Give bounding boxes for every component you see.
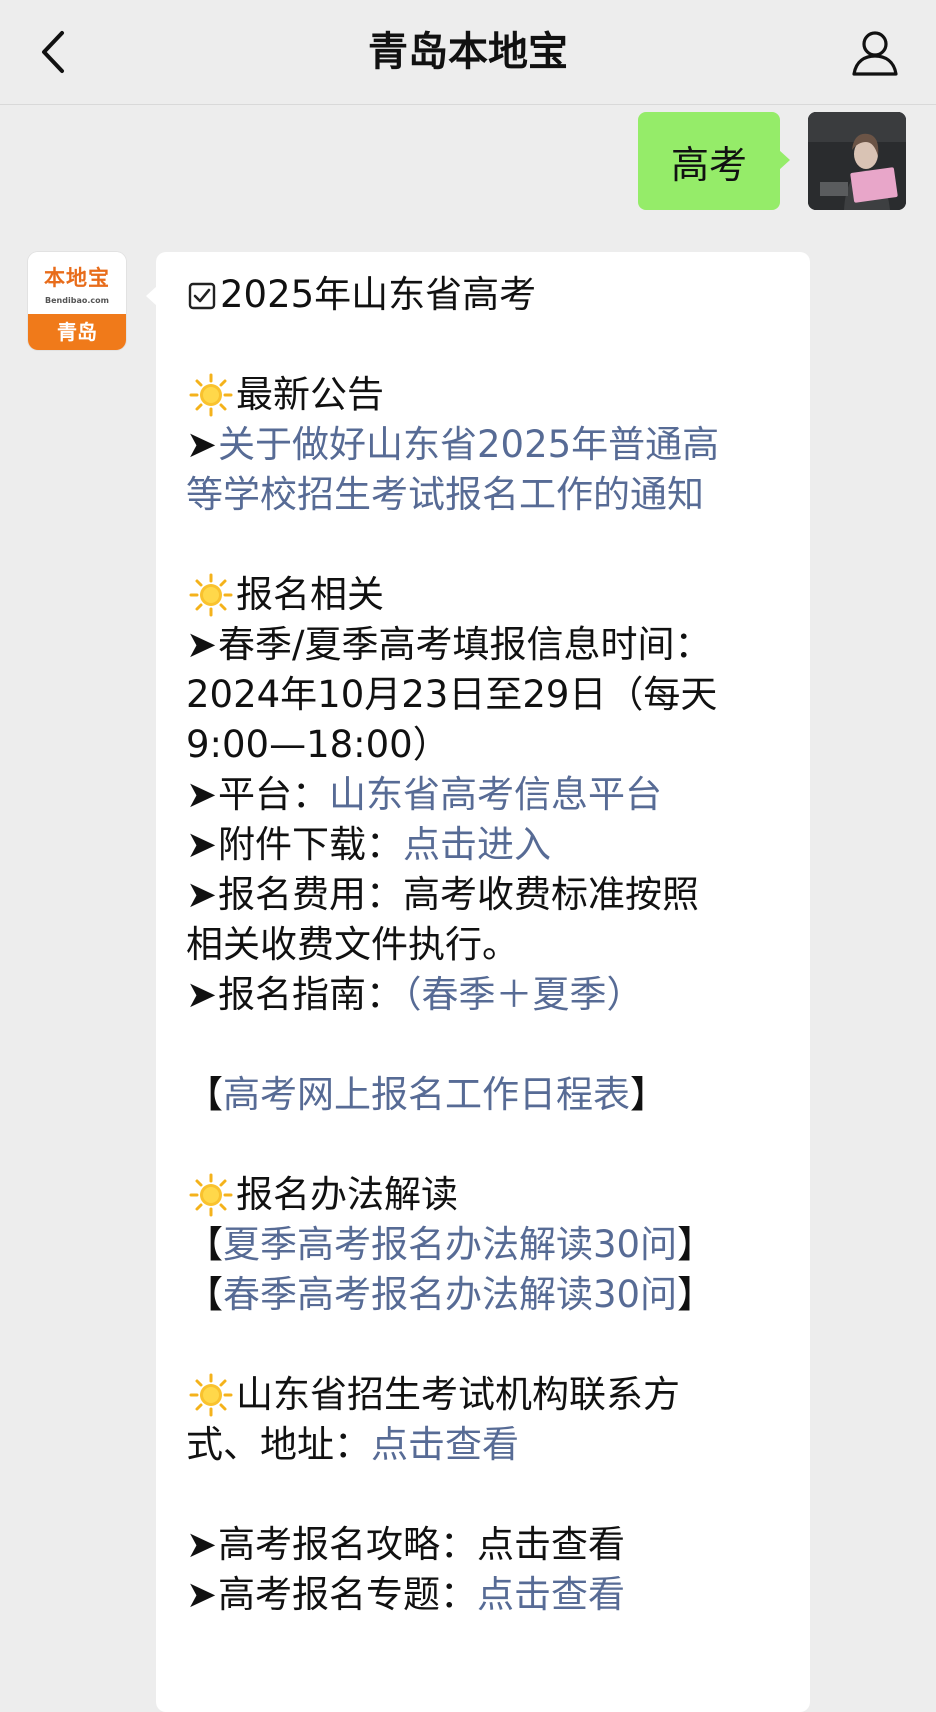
topic-line: ➤高考报名专题：点击查看 (186, 1570, 796, 1620)
info-time-text: 春季/夏季高考填报信息时间： (218, 623, 712, 666)
bracket-open: 【 (186, 1223, 223, 1266)
sun-emoji-icon (186, 570, 236, 620)
section-registration: 报名相关 (186, 570, 796, 620)
spring-interpretation-link[interactable]: 春季高考报名办法解读30问 (223, 1273, 677, 1316)
attachment-line: ➤附件下载：点击进入 (186, 820, 796, 870)
platform-line: ➤平台：山东省高考信息平台 (186, 770, 796, 820)
fee-label: 报名费用： (218, 873, 403, 916)
notice-link[interactable]: 关于做好山东省2025年普通高 (218, 423, 719, 466)
section-latest-notice: 最新公告 (186, 370, 796, 420)
notice-line-1: ➤关于做好山东省2025年普通高 (186, 420, 796, 470)
message-heading-line: 2025年山东省高考 (186, 270, 796, 320)
message-heading: 2025年山东省高考 (220, 273, 537, 316)
arrow-bullet-icon: ➤ (186, 423, 218, 466)
schedule-line: 【高考网上报名工作日程表】 (186, 1070, 796, 1120)
user-avatar[interactable] (808, 112, 906, 210)
avatar-logo-domain: Bendibao.com (45, 296, 109, 305)
bracket-close: 】 (630, 1073, 667, 1116)
info-time-text: 2024年10月23日至29日（每天 (186, 673, 718, 716)
top-navigation-bar: 青岛本地宝 (0, 0, 936, 105)
arrow-bullet-icon: ➤ (186, 1573, 218, 1616)
bracket-open: 【 (186, 1273, 223, 1316)
avatar-city-label: 青岛 (28, 314, 126, 350)
arrow-bullet-icon: ➤ (186, 823, 218, 866)
topic-label: 高考报名专题： (218, 1573, 477, 1616)
contact-link[interactable]: 点击查看 (371, 1423, 519, 1466)
section-contact: 山东省招生考试机构联系方 (186, 1370, 796, 1420)
strategy-text: 点击查看 (477, 1523, 625, 1566)
info-time-text: 9:00—18:00） (186, 723, 450, 766)
chat-profile-button[interactable] (848, 26, 902, 80)
fee-text-continued: 相关收费文件执行。 (186, 923, 519, 966)
guide-label: 报名指南： (218, 973, 403, 1016)
guide-line: ➤报名指南：（春季＋夏季） (186, 970, 796, 1020)
arrow-bullet-icon: ➤ (186, 623, 218, 666)
user-profile-icon (852, 31, 898, 76)
info-time-line-1: ➤春季/夏季高考填报信息时间： (186, 620, 796, 670)
bracket-close: 】 (677, 1273, 715, 1316)
sun-emoji-icon (186, 370, 236, 420)
platform-link[interactable]: 山东省高考信息平台 (329, 773, 662, 816)
strategy-label: 高考报名攻略： (218, 1523, 477, 1566)
section-title: 最新公告 (236, 373, 384, 416)
received-message-bubble: 2025年山东省高考 最新公告 ➤关于做好山东省2025年普通高 等学校招生考试… (146, 252, 810, 1712)
summer-interpretation-line: 【夏季高考报名办法解读30问】 (186, 1220, 796, 1270)
section-title: 报名办法解读 (236, 1173, 458, 1216)
sent-message-text: 高考 (670, 142, 747, 187)
arrow-bullet-icon: ➤ (186, 873, 218, 916)
fee-text: 高考收费标准按照 (403, 873, 699, 916)
strategy-line: ➤高考报名攻略：点击查看 (186, 1520, 796, 1570)
fee-line-2: 相关收费文件执行。 (186, 920, 796, 970)
topic-link[interactable]: 点击查看 (477, 1573, 625, 1616)
sun-emoji-icon (186, 1170, 236, 1220)
notice-line-2: 等学校招生考试报名工作的通知 (186, 470, 796, 520)
attachment-link[interactable]: 点击进入 (403, 823, 551, 866)
arrow-bullet-icon: ➤ (186, 773, 218, 816)
contact-label: 式、地址： (186, 1423, 371, 1466)
message-content: 2025年山东省高考 最新公告 ➤关于做好山东省2025年普通高 等学校招生考试… (186, 270, 796, 1620)
chat-title: 青岛本地宝 (368, 29, 568, 75)
sun-emoji-icon (186, 1370, 236, 1420)
notice-link-continued[interactable]: 等学校招生考试报名工作的通知 (186, 473, 704, 516)
section-title: 山东省招生考试机构联系方 (236, 1373, 680, 1416)
attachment-label: 附件下载： (218, 823, 403, 866)
schedule-link[interactable]: 高考网上报名工作日程表 (223, 1073, 630, 1116)
info-time-line-2: 2024年10月23日至29日（每天 (186, 670, 796, 720)
summer-interpretation-link[interactable]: 夏季高考报名办法解读30问 (223, 1223, 677, 1266)
section-interpretation: 报名办法解读 (186, 1170, 796, 1220)
avatar-logo-area: 本地宝 Bendibao.com (28, 252, 126, 314)
user-avatar-photo (808, 112, 906, 210)
checkbox-icon (186, 270, 220, 320)
contact-line-2: 式、地址：点击查看 (186, 1420, 796, 1470)
back-chevron-icon (42, 31, 64, 73)
spring-interpretation-line: 【春季高考报名办法解读30问】 (186, 1270, 796, 1320)
avatar-logo-text: 本地宝 (44, 266, 110, 290)
platform-label: 平台： (218, 773, 329, 816)
sent-message-bubble[interactable]: 高考 (638, 112, 790, 210)
bracket-close: 】 (677, 1223, 715, 1266)
section-title: 报名相关 (236, 573, 384, 616)
info-time-line-3: 9:00—18:00） (186, 720, 796, 770)
guide-link[interactable]: （春季＋夏季） (403, 973, 644, 1016)
arrow-bullet-icon: ➤ (186, 1523, 218, 1566)
back-button[interactable] (30, 28, 76, 76)
official-account-avatar[interactable]: 本地宝 Bendibao.com 青岛 (28, 252, 126, 350)
arrow-bullet-icon: ➤ (186, 973, 218, 1016)
fee-line-1: ➤报名费用：高考收费标准按照 (186, 870, 796, 920)
bracket-open: 【 (186, 1073, 223, 1116)
